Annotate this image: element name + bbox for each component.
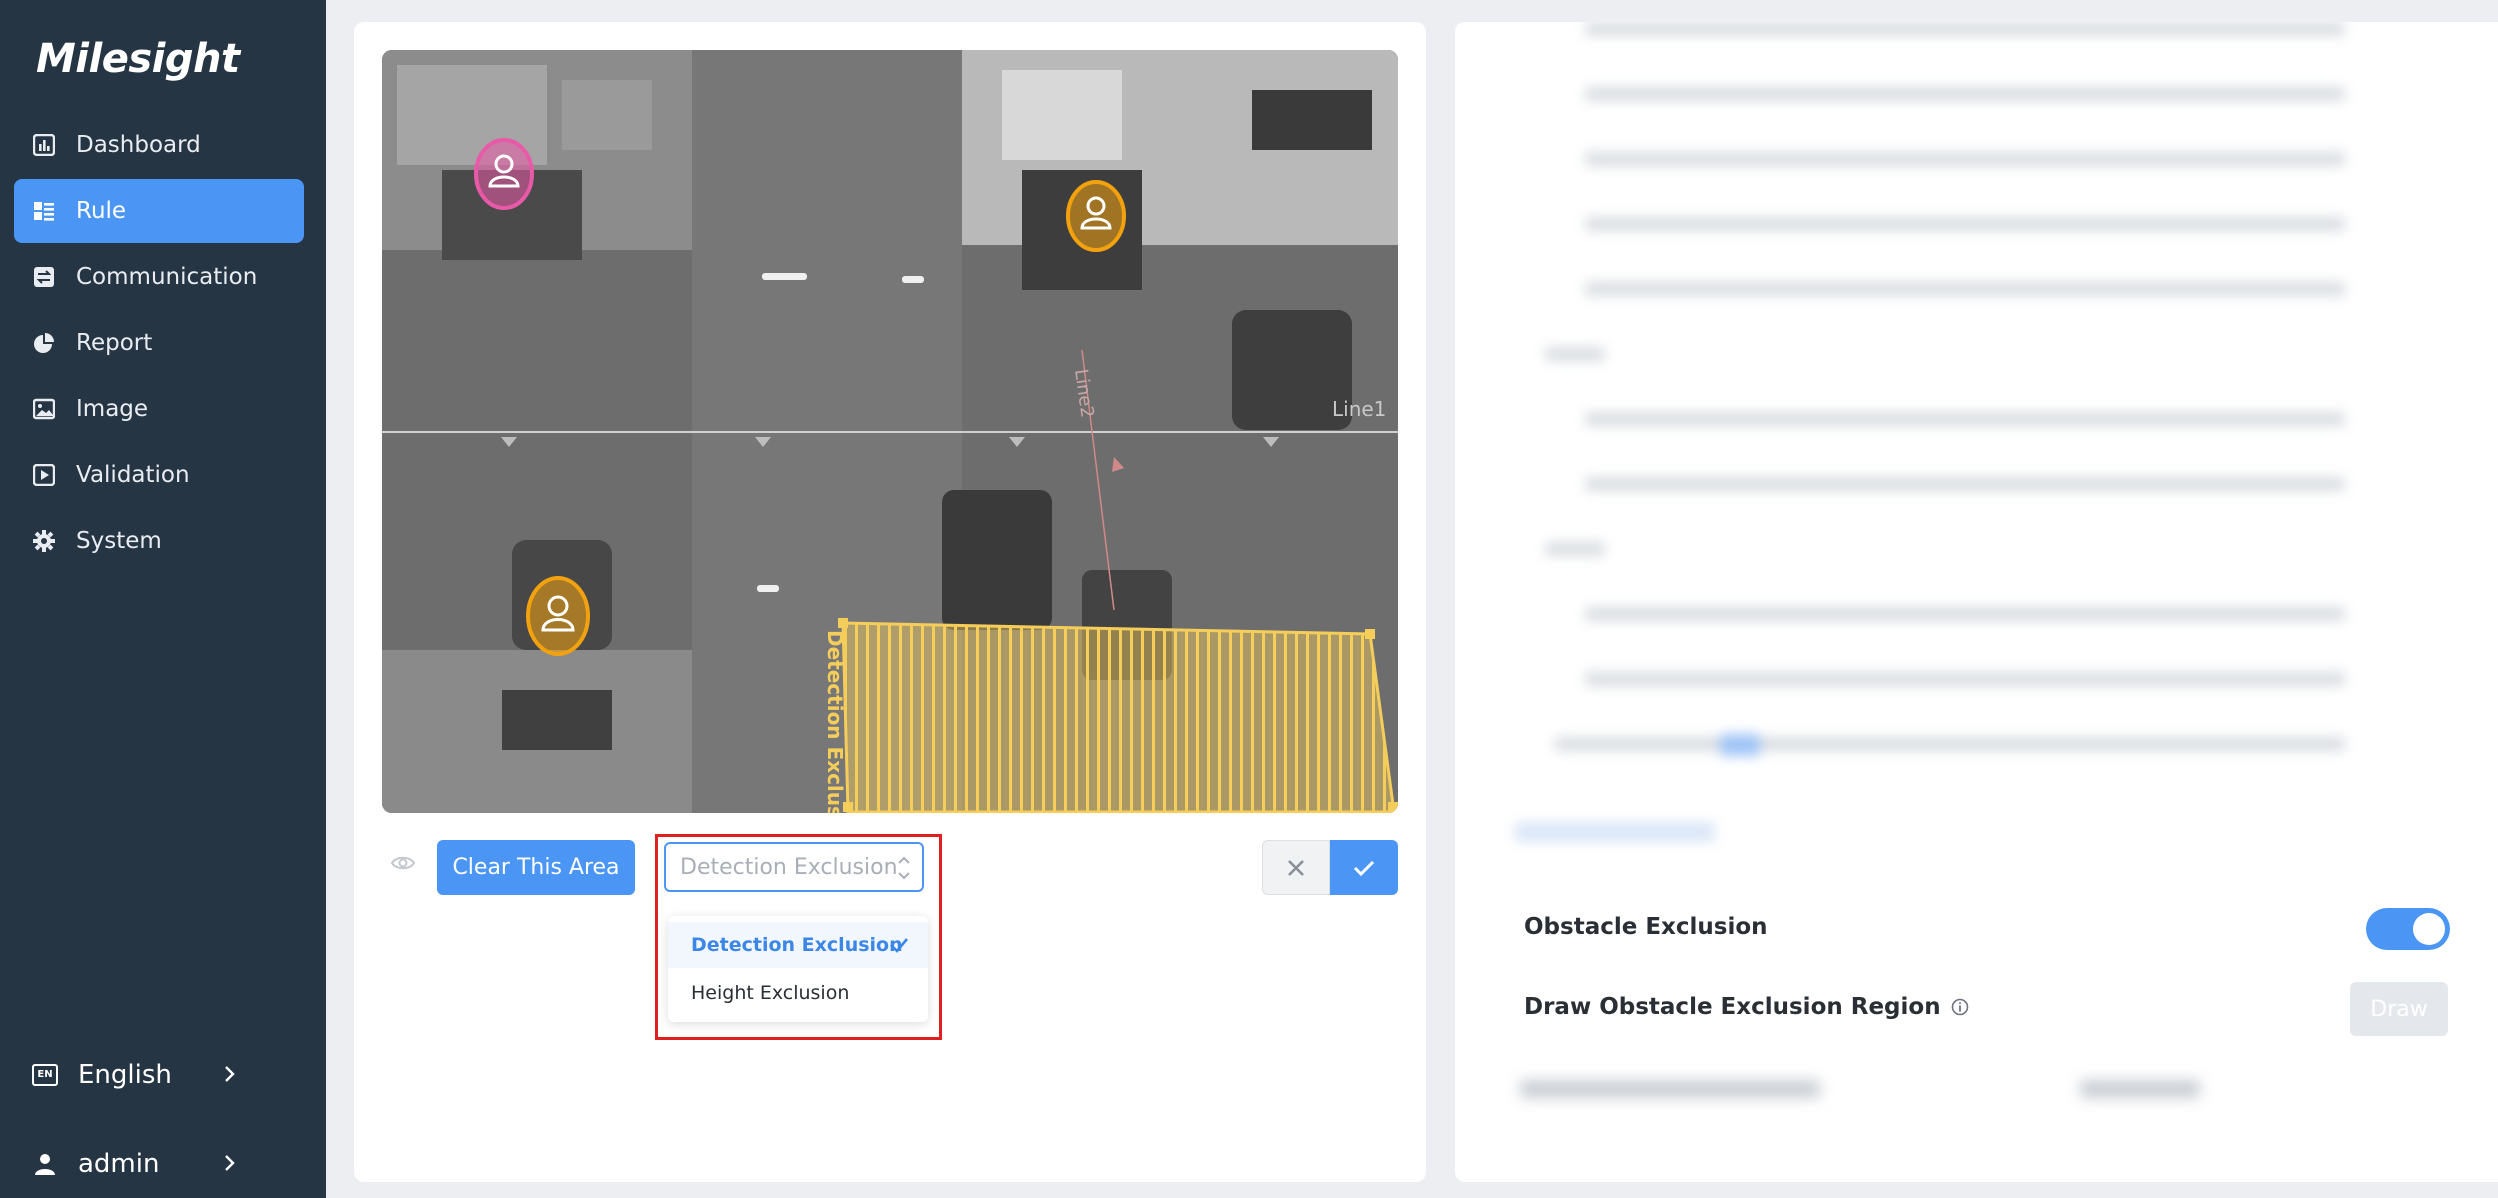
eye-icon[interactable]	[390, 850, 416, 876]
sidebar-item-label: Image	[76, 396, 149, 422]
bar-chart-icon	[32, 133, 56, 157]
line1-label: Line1	[1332, 397, 1386, 421]
sidebar-item-report[interactable]: Report	[14, 311, 304, 375]
language-selector[interactable]: EN English	[14, 1043, 304, 1107]
confirm-button[interactable]	[1330, 840, 1398, 895]
highlight-box	[655, 834, 942, 1040]
sidebar-item-validation[interactable]: Validation	[14, 443, 304, 507]
brand-logo: Milesight	[36, 36, 240, 82]
clear-area-button[interactable]: Clear This Area	[437, 840, 635, 895]
chevron-right-icon	[225, 1155, 235, 1171]
person-marker[interactable]	[526, 576, 590, 656]
gear-icon	[32, 529, 56, 553]
sidebar-item-label: Rule	[76, 198, 127, 224]
obstacle-exclusion-toggle[interactable]	[2366, 908, 2450, 950]
sidebar: Milesight Dashboard Rule Communication R…	[0, 0, 326, 1198]
language-icon: EN	[32, 1062, 58, 1088]
play-doc-icon	[32, 463, 56, 487]
sidebar-item-label: System	[76, 528, 162, 554]
blurred-settings-table	[1455, 22, 2498, 862]
language-label: English	[78, 1060, 172, 1090]
draw-region-label: Draw Obstacle Exclusion Region	[1524, 994, 1969, 1020]
person-marker[interactable]	[1066, 180, 1126, 252]
sidebar-item-dashboard[interactable]: Dashboard	[14, 113, 304, 177]
user-label: admin	[78, 1149, 160, 1179]
grid-list-icon	[32, 199, 56, 223]
blurred-settings-row	[1500, 1060, 2460, 1120]
close-icon	[1288, 859, 1304, 876]
pie-chart-icon	[32, 331, 56, 355]
transfer-icon	[32, 265, 56, 289]
image-icon	[32, 397, 56, 421]
exclusion-region-label: Detection Exclusion	[823, 630, 847, 813]
draw-button[interactable]: Draw	[2350, 982, 2448, 1036]
cancel-button[interactable]	[1262, 840, 1330, 895]
camera-view[interactable]: Line1 Line2 Detection Exclusion	[382, 50, 1398, 813]
info-icon[interactable]	[1951, 998, 1969, 1016]
exclusion-region[interactable]	[838, 618, 1398, 813]
person-marker[interactable]	[474, 138, 534, 210]
sidebar-item-communication[interactable]: Communication	[14, 245, 304, 309]
chevron-right-icon	[225, 1066, 235, 1082]
sidebar-item-label: Dashboard	[76, 132, 201, 158]
sidebar-item-label: Validation	[76, 462, 190, 488]
sidebar-item-label: Report	[76, 330, 153, 356]
sidebar-item-rule[interactable]: Rule	[14, 179, 304, 243]
obstacle-exclusion-label: Obstacle Exclusion	[1524, 914, 1768, 940]
sidebar-item-image[interactable]: Image	[14, 377, 304, 441]
user-icon	[32, 1151, 58, 1177]
user-menu[interactable]: admin	[14, 1132, 304, 1196]
sidebar-item-label: Communication	[76, 264, 258, 290]
sidebar-item-system[interactable]: System	[14, 509, 304, 573]
check-icon	[1353, 860, 1375, 876]
